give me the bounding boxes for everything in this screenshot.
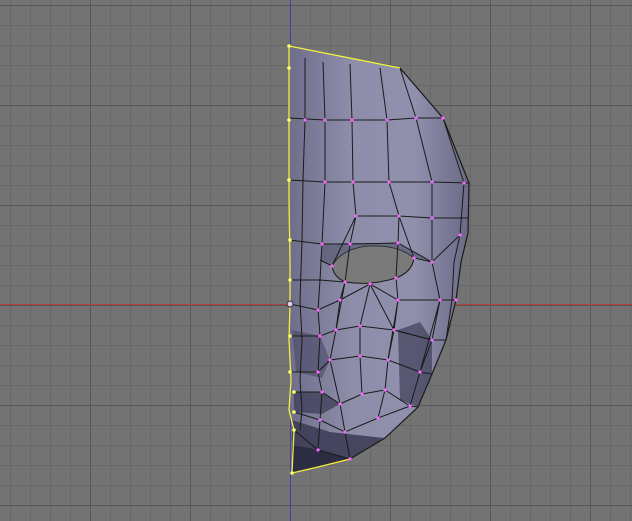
3d-viewport[interactable] [0,0,632,521]
mesh-object[interactable] [0,0,632,521]
mesh-cheek-shadow [398,322,432,407]
object-origin-icon[interactable] [286,300,294,308]
